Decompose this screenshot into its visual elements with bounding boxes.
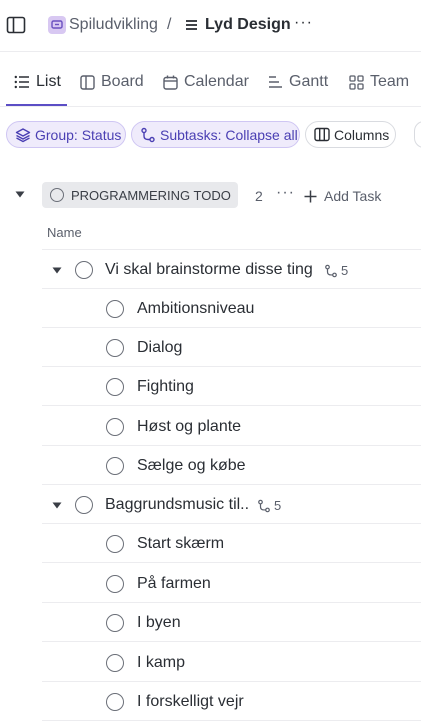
subtask-row[interactable]: Start skærm	[42, 524, 421, 563]
calendar-icon	[163, 75, 178, 90]
tab-label: Calendar	[184, 73, 249, 90]
list-icon	[185, 19, 198, 31]
group-by-button[interactable]: Group: Status	[6, 121, 126, 148]
task-status-circle-icon[interactable]	[106, 693, 124, 711]
columns-label: Columns	[334, 126, 390, 143]
subtask-row[interactable]: I kamp	[42, 643, 421, 682]
task-status-circle-icon[interactable]	[106, 378, 124, 396]
task-status-circle-icon[interactable]	[106, 535, 124, 553]
subtask-count: 5	[274, 498, 282, 513]
task-expand-caret-icon[interactable]	[52, 267, 62, 274]
tab-label: Team	[370, 73, 410, 90]
team-icon	[349, 74, 364, 90]
active-tab-indicator	[6, 104, 67, 106]
subtask-title[interactable]: I forskelligt vejr	[137, 693, 244, 711]
status-group-label: PROGRAMMERING TODO	[71, 187, 231, 203]
subtasks-button[interactable]: Subtasks: Collapse all	[131, 121, 300, 148]
subtask-row[interactable]: I forskelligt vejr	[42, 682, 421, 721]
subtasks-label: Subtasks: Collapse all	[160, 126, 298, 143]
toolbar: Group: Status Subtasks: Collapse all Col…	[0, 117, 421, 153]
status-circle-icon	[50, 188, 64, 202]
tab-label: List	[36, 73, 61, 90]
breadcrumb-separator: /	[167, 16, 172, 33]
task-status-circle-icon[interactable]	[106, 457, 124, 475]
subtask-title[interactable]: Fighting	[137, 378, 194, 396]
subtask-icon	[325, 264, 337, 277]
board-icon	[80, 74, 95, 90]
subtask-title[interactable]: I byen	[137, 614, 181, 632]
task-status-circle-icon[interactable]	[106, 339, 124, 357]
tab-team[interactable]: Team	[349, 71, 409, 93]
list-more-button[interactable]: ···	[294, 14, 313, 32]
group-task-count: 2	[255, 188, 263, 204]
subtask-count-badge[interactable]: 5	[324, 263, 348, 278]
group-collapse-caret-icon[interactable]	[15, 191, 25, 198]
subtask-row[interactable]: Fighting	[42, 367, 421, 406]
task-status-circle-icon[interactable]	[106, 418, 124, 436]
toolbar-overflow-chip[interactable]	[414, 121, 421, 148]
subtask-title[interactable]: I kamp	[137, 654, 185, 672]
tab-gantt[interactable]: Gantt	[268, 71, 328, 93]
subtask-title[interactable]: Høst og plante	[137, 418, 241, 436]
subtask-row[interactable]: Dialog	[42, 328, 421, 367]
tab-label: Gantt	[289, 73, 329, 90]
space-icon	[48, 16, 66, 34]
task-status-circle-icon[interactable]	[106, 575, 124, 593]
task-status-circle-icon[interactable]	[106, 654, 124, 672]
breadcrumb-list[interactable]: Lyd Design	[205, 16, 291, 34]
task-status-circle-icon[interactable]	[75, 261, 93, 279]
subtask-count: 5	[341, 263, 349, 278]
subtask-row[interactable]: Sælge og købe	[42, 446, 421, 485]
breadcrumb-space[interactable]: Spiludvikling	[69, 16, 158, 34]
task-status-circle-icon[interactable]	[106, 300, 124, 318]
add-task-button[interactable]: Add Task	[304, 188, 381, 204]
task-status-circle-icon[interactable]	[75, 496, 93, 514]
plus-icon	[304, 190, 317, 202]
subtask-row[interactable]: På farmen	[42, 564, 421, 603]
subtask-title[interactable]: Start skærm	[137, 535, 224, 553]
breadcrumb-bar: Spiludvikling / Lyd Design ···	[0, 0, 421, 52]
subtask-title[interactable]: Dialog	[137, 339, 182, 357]
group-more-button[interactable]: ···	[276, 184, 295, 202]
subtask-row[interactable]: Ambitionsniveau	[42, 289, 421, 328]
sidebar-toggle-icon[interactable]	[6, 15, 26, 35]
task-status-circle-icon[interactable]	[106, 614, 124, 632]
column-header-name[interactable]: Name	[47, 225, 82, 240]
subtask-row[interactable]: I byen	[42, 603, 421, 642]
task-row[interactable]: Vi skal brainstorme disse ting 5	[42, 250, 421, 289]
columns-icon	[314, 127, 330, 142]
subtask-title[interactable]: Ambitionsniveau	[137, 300, 254, 318]
group-by-label: Group: Status	[35, 126, 122, 143]
list-icon	[14, 75, 29, 89]
layers-icon	[15, 127, 31, 142]
task-title[interactable]: Baggrundsmusic til..	[105, 496, 249, 514]
subtask-count-badge[interactable]: 5	[257, 498, 281, 513]
status-group-badge[interactable]: PROGRAMMERING TODO	[42, 182, 238, 208]
subtask-icon	[141, 127, 155, 142]
tab-label: Board	[101, 73, 144, 90]
gantt-icon	[269, 76, 282, 88]
add-task-label: Add Task	[324, 188, 382, 204]
tab-list[interactable]: List	[14, 71, 61, 93]
subtask-row[interactable]: Høst og plante	[42, 407, 421, 446]
subtask-icon	[258, 499, 270, 512]
columns-button[interactable]: Columns	[305, 121, 396, 148]
subtask-title[interactable]: På farmen	[137, 575, 211, 593]
subtask-title[interactable]: Sælge og købe	[137, 457, 246, 475]
task-title[interactable]: Vi skal brainstorme disse ting	[105, 261, 313, 279]
tab-calendar[interactable]: Calendar	[163, 71, 249, 93]
tab-board[interactable]: Board	[80, 71, 144, 93]
task-row[interactable]: Baggrundsmusic til.. 5	[42, 485, 421, 524]
view-tabs: List Board Calendar Gantt Team	[0, 53, 421, 107]
task-expand-caret-icon[interactable]	[52, 502, 62, 509]
